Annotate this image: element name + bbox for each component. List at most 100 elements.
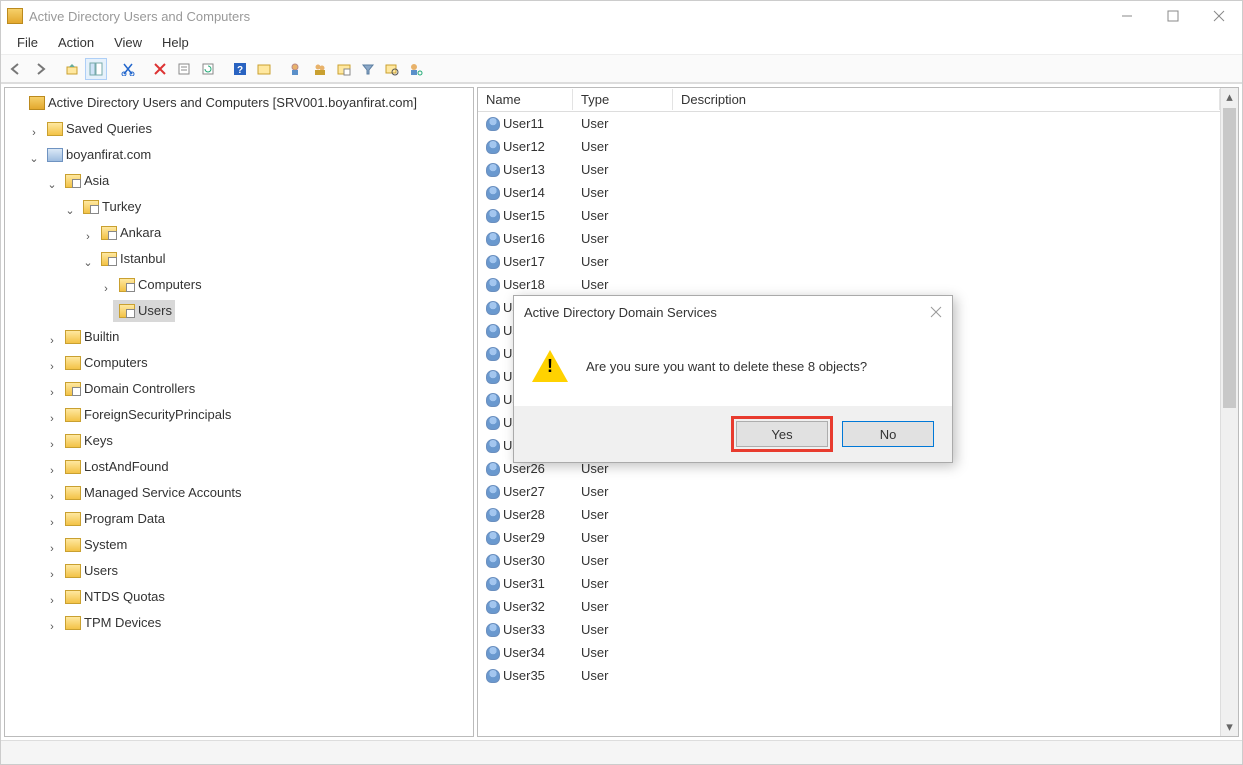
menu-help[interactable]: Help — [154, 33, 197, 52]
tree-ntds[interactable]: NTDS Quotas — [84, 586, 165, 608]
tree-msa[interactable]: Managed Service Accounts — [84, 482, 242, 504]
properties-icon[interactable] — [173, 58, 195, 80]
table-row[interactable]: User30User — [478, 549, 1220, 572]
new-ou-icon[interactable] — [333, 58, 355, 80]
table-row[interactable]: User33User — [478, 618, 1220, 641]
show-hide-tree-icon[interactable] — [85, 58, 107, 80]
dialog-title: Active Directory Domain Services — [524, 305, 717, 320]
tree-saved-queries[interactable]: Saved Queries — [66, 118, 152, 140]
table-row[interactable]: User34User — [478, 641, 1220, 664]
menu-file[interactable]: File — [9, 33, 46, 52]
dialog-footer: Yes No — [514, 406, 952, 462]
cell-name: User35 — [503, 668, 545, 683]
cell-type: User — [573, 277, 673, 292]
filter-icon[interactable] — [357, 58, 379, 80]
cell-type: User — [573, 530, 673, 545]
cell-type: User — [573, 645, 673, 660]
table-row[interactable]: User32User — [478, 595, 1220, 618]
cell-name: User32 — [503, 599, 545, 614]
tree-laf[interactable]: LostAndFound — [84, 456, 169, 478]
tree-fsp[interactable]: ForeignSecurityPrincipals — [84, 404, 231, 426]
no-button[interactable]: No — [842, 421, 934, 447]
ou-icon — [83, 200, 99, 214]
tree-computers[interactable]: Computers — [84, 352, 148, 374]
tree-users[interactable]: Users — [84, 560, 118, 582]
table-row[interactable]: User12User — [478, 135, 1220, 158]
table-row[interactable]: User14User — [478, 181, 1220, 204]
menu-action[interactable]: Action — [50, 33, 102, 52]
cell-type: User — [573, 231, 673, 246]
table-row[interactable]: User29User — [478, 526, 1220, 549]
table-row[interactable]: User13User — [478, 158, 1220, 181]
folder-icon — [65, 616, 81, 630]
cell-name: User18 — [503, 277, 545, 292]
tree-builtin[interactable]: Builtin — [84, 326, 119, 348]
tree-dc[interactable]: Domain Controllers — [84, 378, 195, 400]
ou-icon — [119, 304, 135, 318]
table-row[interactable]: User35User — [478, 664, 1220, 687]
dialog-body: Are you sure you want to delete these 8 … — [514, 328, 952, 406]
scroll-up-icon[interactable]: ▴ — [1221, 88, 1238, 106]
tree-pane[interactable]: ▾Active Directory Users and Computers [S… — [4, 87, 474, 737]
add-to-group-icon[interactable] — [405, 58, 427, 80]
tree-root[interactable]: Active Directory Users and Computers [SR… — [48, 92, 417, 114]
tree-asia[interactable]: Asia — [84, 170, 109, 192]
cell-type: User — [573, 576, 673, 591]
find-icon[interactable] — [381, 58, 403, 80]
user-icon — [486, 163, 500, 177]
cell-name: User11 — [503, 116, 544, 131]
new-user-icon[interactable] — [285, 58, 307, 80]
up-icon[interactable] — [61, 58, 83, 80]
cell-type: User — [573, 116, 673, 131]
col-header-type[interactable]: Type — [573, 89, 673, 110]
user-icon — [486, 347, 500, 361]
help-icon[interactable]: ? — [229, 58, 251, 80]
new-group-icon[interactable] — [309, 58, 331, 80]
refresh-icon[interactable] — [197, 58, 219, 80]
dialog-close-icon[interactable] — [930, 306, 942, 318]
cell-name: User27 — [503, 484, 545, 499]
table-row[interactable]: User27User — [478, 480, 1220, 503]
tree-ankara[interactable]: Ankara — [120, 222, 161, 244]
tree-istanbul-computers[interactable]: Computers — [138, 274, 202, 296]
table-row[interactable]: User18 User — [478, 273, 1220, 296]
table-row[interactable]: User16User — [478, 227, 1220, 250]
svg-text:?: ? — [237, 65, 243, 76]
table-row[interactable]: User17User — [478, 250, 1220, 273]
menu-view[interactable]: View — [106, 33, 150, 52]
tree-keys[interactable]: Keys — [84, 430, 113, 452]
forward-icon[interactable] — [29, 58, 51, 80]
yes-button[interactable]: Yes — [736, 421, 828, 447]
tree-turkey[interactable]: Turkey — [102, 196, 141, 218]
col-header-name[interactable]: Name — [478, 89, 573, 110]
vertical-scrollbar[interactable]: ▴ ▾ — [1220, 88, 1238, 736]
user-icon — [486, 508, 500, 522]
back-icon[interactable] — [5, 58, 27, 80]
folder-icon — [65, 356, 81, 370]
cell-type: User — [573, 185, 673, 200]
table-row[interactable]: User11 User — [478, 112, 1220, 135]
statusbar — [1, 740, 1242, 764]
col-header-desc[interactable]: Description — [673, 89, 1220, 110]
close-button[interactable] — [1196, 1, 1242, 31]
table-row[interactable]: User28User — [478, 503, 1220, 526]
tree-domain[interactable]: boyanfirat.com — [66, 144, 151, 166]
maximize-button[interactable] — [1150, 1, 1196, 31]
cell-type: User — [573, 162, 673, 177]
scroll-down-icon[interactable]: ▾ — [1221, 718, 1238, 736]
scroll-thumb[interactable] — [1223, 108, 1236, 408]
ou-icon — [101, 226, 117, 240]
tree-istanbul[interactable]: Istanbul — [120, 248, 166, 270]
table-row[interactable]: User15User — [478, 204, 1220, 227]
delete-icon[interactable] — [149, 58, 171, 80]
tree-tpm[interactable]: TPM Devices — [84, 612, 161, 634]
tree-istanbul-users[interactable]: Users — [138, 300, 172, 322]
cell-name: User30 — [503, 553, 545, 568]
cut-icon[interactable] — [117, 58, 139, 80]
minimize-button[interactable] — [1104, 1, 1150, 31]
table-row[interactable]: User31User — [478, 572, 1220, 595]
user-icon — [486, 232, 500, 246]
tree-pd[interactable]: Program Data — [84, 508, 165, 530]
container-icon[interactable] — [253, 58, 275, 80]
tree-system[interactable]: System — [84, 534, 127, 556]
